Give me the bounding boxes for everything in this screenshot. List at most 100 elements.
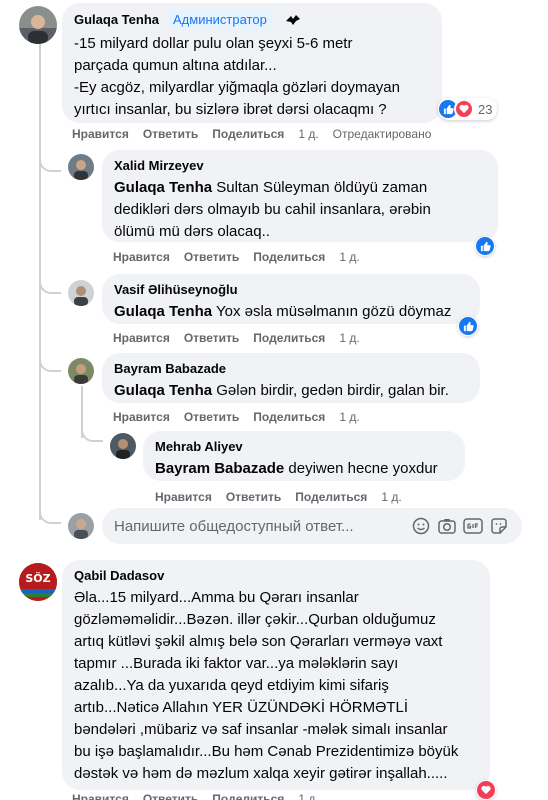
comment-author[interactable]: Bayram Babazade	[114, 360, 226, 378]
thread-connector-composer	[39, 500, 61, 524]
avatar[interactable]: SÖZ	[19, 563, 57, 601]
like-reaction-icon	[459, 317, 477, 335]
avatar[interactable]	[110, 433, 136, 459]
comment-line: artıq kütləvi şəkil almış belə son Qərar…	[74, 633, 443, 650]
comment-line: dəstək və həm də məzlum xalqa xeyir gəti…	[74, 765, 448, 782]
comment-author[interactable]: Mehrab Aliyev	[155, 438, 243, 456]
comment-author[interactable]: Gulaqa Tenha	[74, 11, 159, 29]
reply-composer[interactable]: Напишите общедоступный ответ...	[102, 508, 522, 544]
comment-text: -15 milyard dollar pulu olan şeyxi 5-6 m…	[74, 33, 430, 121]
timestamp[interactable]: 1 д.	[298, 792, 318, 800]
comment-author[interactable]: Xalid Mirzeyev	[114, 157, 204, 175]
comment-line: dedikləri dərs olmayıb bu cahil insanlar…	[114, 201, 431, 218]
comment-line: parçada qumun altına atdılar...	[74, 57, 277, 74]
share-button[interactable]: Поделиться	[295, 490, 367, 504]
comment-line: tapmır ...Burada iki faktor var...ya məl…	[74, 655, 399, 672]
reply-input[interactable]: Напишите общедоступный ответ...	[114, 518, 408, 535]
love-reaction-icon	[454, 99, 474, 119]
timestamp[interactable]: 1 д.	[381, 490, 401, 504]
comment-line: Əla...15 milyard...Amma bu Qərarı insanl…	[74, 589, 359, 606]
reply-button[interactable]: Ответить	[184, 331, 239, 345]
avatar-photo-icon	[68, 358, 94, 384]
reply-button[interactable]: Ответить	[184, 410, 239, 424]
avatar[interactable]	[68, 280, 94, 306]
admin-badge: Администратор	[167, 10, 273, 30]
reaction-summary[interactable]	[476, 780, 496, 800]
mention-link[interactable]: Gulaqa Tenha	[114, 179, 212, 196]
comment-line: gözləməməlidir...Bəzən. illər çəkir...Qu…	[74, 611, 436, 628]
timestamp[interactable]: 1 д.	[339, 331, 359, 345]
comment-line: Sultan Süleyman öldüyü zaman	[212, 179, 428, 196]
thread-connector-r4	[81, 420, 103, 442]
mention-link[interactable]: Gulaqa Tenha	[114, 382, 212, 399]
comment-line: -15 milyard dollar pulu olan şeyxi 5-6 m…	[74, 35, 353, 52]
share-button[interactable]: Поделиться	[212, 127, 284, 141]
reaction-count: 23	[478, 101, 493, 117]
comment-line: yırtıcı insanlar, bu sizlərə ibrət dərsi…	[74, 101, 387, 118]
timestamp[interactable]: 1 д.	[339, 250, 359, 264]
comment-line: Yox əsla müsəlmanın gözü döymaz	[212, 303, 452, 320]
mention-link[interactable]: Bayram Babazade	[155, 460, 284, 477]
reply-button[interactable]: Ответить	[143, 127, 198, 141]
like-button[interactable]: Нравится	[72, 127, 129, 141]
share-button[interactable]: Поделиться	[253, 250, 325, 264]
avatar	[68, 513, 94, 539]
share-button[interactable]: Поделиться	[253, 331, 325, 345]
comment-bubble: Gulaqa Tenha Администратор -15 milyard d…	[62, 3, 442, 123]
comment-text: Bayram Babazade deyiwen hecne yoxdur	[155, 458, 453, 480]
reply-button[interactable]: Ответить	[226, 490, 281, 504]
avatar[interactable]	[19, 6, 57, 44]
top-fan-icon	[281, 10, 305, 30]
sticker-icon[interactable]	[486, 515, 512, 537]
avatar-photo-icon	[68, 280, 94, 306]
avatar-photo-icon	[68, 154, 94, 180]
like-button[interactable]: Нравится	[113, 410, 170, 424]
reply-bubble: Vasif Əlihüseynoğlu Gulaqa Tenha Yox əsl…	[102, 274, 480, 324]
like-button[interactable]: Нравится	[72, 792, 129, 800]
comment-actions: Нравится Ответить Поделиться 1 д.	[72, 792, 319, 800]
comment-text: Əla...15 milyard...Amma bu Qərarı insanl…	[74, 587, 478, 785]
reaction-summary[interactable]: 23	[438, 98, 498, 120]
timestamp[interactable]: 1 д.	[339, 410, 359, 424]
comment-text: Gulaqa Tenha Gələn birdir, gedən birdir,…	[114, 380, 468, 402]
like-button[interactable]: Нравится	[155, 490, 212, 504]
reply-bubble: Xalid Mirzeyev Gulaqa Tenha Sultan Süley…	[102, 150, 498, 242]
emoji-icon[interactable]	[408, 515, 434, 537]
reply-bubble: Bayram Babazade Gulaqa Tenha Gələn birdi…	[102, 353, 480, 403]
comment-actions: Нравится Ответить Поделиться 1 д.	[113, 331, 360, 345]
comment-text: Gulaqa Tenha Yox əsla müsəlmanın gözü dö…	[114, 301, 468, 323]
comment-author[interactable]: Vasif Əlihüseynoğlu	[114, 281, 238, 299]
camera-icon[interactable]	[434, 515, 460, 537]
thread-connector-r1	[39, 150, 61, 172]
comment-line: bəndələri ,mübariz və saf insanlar -mələ…	[74, 721, 448, 738]
reaction-summary[interactable]	[458, 316, 478, 336]
avatar-photo-icon	[19, 6, 57, 44]
avatar[interactable]	[68, 154, 94, 180]
share-button[interactable]: Поделиться	[253, 410, 325, 424]
comment-text: Gulaqa Tenha Sultan Süleyman öldüyü zama…	[114, 177, 486, 243]
avatar-photo-icon	[68, 513, 94, 539]
comment-actions: Нравится Ответить Поделиться 1 д.	[113, 250, 360, 264]
comment-line: bu işə başlamalıdır...Bu həm Cənab Prezi…	[74, 743, 459, 760]
avatar[interactable]	[68, 358, 94, 384]
comment-line: -Ey acgöz, milyardlar yiğmaqla gözləri d…	[74, 79, 400, 96]
reaction-summary[interactable]	[475, 236, 495, 256]
comment-line: Gələn birdir, gedən birdir, galan bir.	[212, 382, 449, 399]
comment-actions: Нравится Ответить Поделиться 1 д.	[155, 490, 402, 504]
comment-author[interactable]: Qabil Dadasov	[74, 567, 164, 585]
like-button[interactable]: Нравится	[113, 331, 170, 345]
reply-button[interactable]: Ответить	[184, 250, 239, 264]
comment-bubble: Qabil Dadasov Əla...15 milyard...Amma bu…	[62, 560, 490, 790]
like-button[interactable]: Нравится	[113, 250, 170, 264]
edited-label: Отредактировано	[332, 127, 432, 141]
thread-connector-r3	[39, 350, 61, 372]
thread-connector-r2	[39, 272, 61, 294]
gif-icon[interactable]	[460, 515, 486, 537]
reply-button[interactable]: Ответить	[143, 792, 198, 800]
comment-line: ölümü mü dərs olacaq..	[114, 223, 270, 240]
share-button[interactable]: Поделиться	[212, 792, 284, 800]
timestamp[interactable]: 1 д.	[298, 127, 318, 141]
mention-link[interactable]: Gulaqa Tenha	[114, 303, 212, 320]
reply-bubble: Mehrab Aliyev Bayram Babazade deyiwen he…	[143, 431, 465, 481]
avatar-logo-text: SÖZ	[25, 572, 51, 585]
